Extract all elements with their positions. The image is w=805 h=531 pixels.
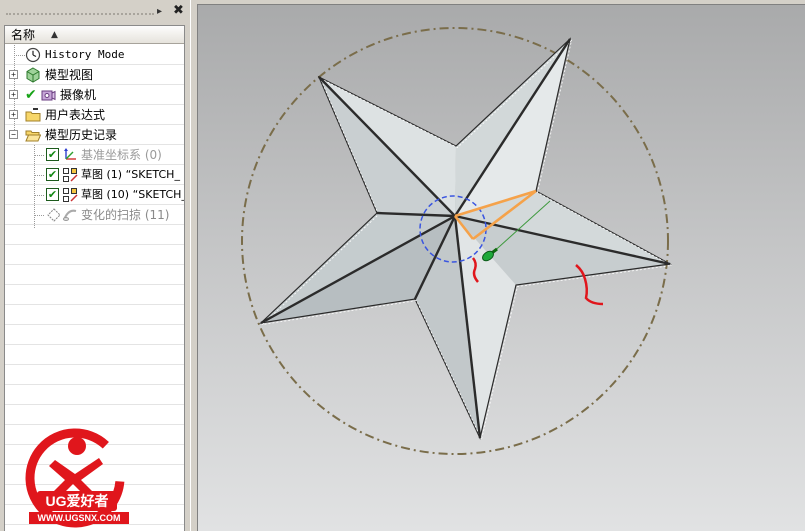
tree-node-history-mode[interactable]: History Mode [5,45,184,65]
navigator-title-bar[interactable]: ▸ ✖ [0,0,190,24]
tree-node-label: 摄像机 [60,88,97,102]
expand-icon[interactable]: + [9,90,18,99]
tree-node-model-history[interactable]: − 模型历史记录 [5,125,184,145]
visibility-checkbox[interactable]: ✔ [46,148,59,161]
tree-node-label: 模型视图 [45,68,94,82]
tree-node-user-expressions[interactable]: + 用户表达式 [5,105,184,125]
sketch-icon [62,187,78,203]
model-views-icon [25,67,41,83]
panel-grip[interactable] [6,13,154,15]
logo-brand-text: UG爱好者 [37,491,117,511]
close-icon[interactable]: ✖ [173,4,184,18]
suppressed-diamond-icon [46,207,62,223]
column-header-name[interactable]: 名称 ▲ [5,26,184,44]
folder-icon [25,107,41,123]
check-mark-icon: ✔ [25,87,37,103]
clock-icon [25,47,41,63]
folder-open-icon [25,127,42,143]
visibility-checkbox[interactable]: ✔ [46,188,59,201]
ug-fans-logo: UG爱好者 WWW.UGSNX.COM [15,424,133,531]
tree-node-label: 草图 (10) “SKETCH_ [81,188,185,201]
expand-icon[interactable]: + [9,70,18,79]
tree-node-label: 变化的扫掠 (11) [81,208,170,222]
panel-splitter[interactable] [190,0,197,531]
tree-node-datum-csys[interactable]: ✔ 基准坐标系 (0) [5,145,184,165]
part-navigator-panel: ▸ ✖ 名称 ▲ History Mode + 模型视图 + ✔ 摄像机 + 用… [0,0,190,531]
part-navigator-tree[interactable]: 名称 ▲ History Mode + 模型视图 + ✔ 摄像机 + 用户表达式… [4,25,185,531]
sketch-icon [62,167,78,183]
tree-node-cameras[interactable]: + ✔ 摄像机 [5,85,184,105]
tree-node-label: 草图 (1) “SKETCH_ [81,168,180,181]
sort-ascending-icon: ▲ [51,30,58,40]
pin-icon[interactable]: ▸ [157,6,162,18]
collapse-icon[interactable]: − [9,130,18,139]
tree-node-model-views[interactable]: + 模型视图 [5,65,184,85]
tree-node-label: History Mode [45,48,125,61]
column-header-label: 名称 [11,28,36,42]
cameras-icon [40,87,56,103]
tree-node-sketch-1[interactable]: ✔ 草图 (1) “SKETCH_ [5,165,184,185]
tree-node-label: 模型历史记录 [45,128,118,142]
tree-node-variational-sweep[interactable]: 变化的扫掠 (11) [5,205,184,225]
graphics-window[interactable] [197,4,805,531]
tree-node-label: 基准坐标系 (0) [81,148,162,162]
tree-node-label: 用户表达式 [45,108,106,122]
expand-icon[interactable]: + [9,110,18,119]
visibility-checkbox[interactable]: ✔ [46,168,59,181]
datum-csys-icon [62,147,78,163]
tree-node-sketch-10[interactable]: ✔ 草图 (10) “SKETCH_ [5,185,184,205]
variational-sweep-icon [62,207,78,223]
star-model-view[interactable] [198,5,805,531]
logo-url-text: WWW.UGSNX.COM [29,512,129,524]
